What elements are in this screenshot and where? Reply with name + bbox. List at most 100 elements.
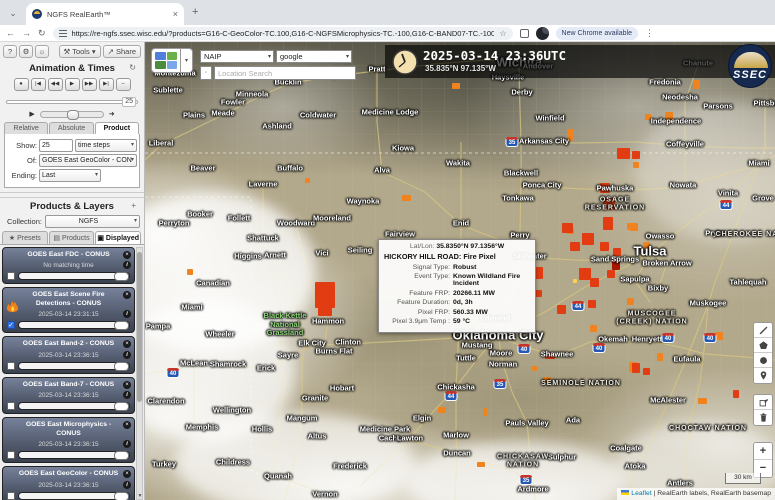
tab-close-icon[interactable]: × [173,9,178,19]
time-slider[interactable]: 25 [6,97,138,107]
layers-dropdown-button[interactable]: ▾ [181,48,193,73]
fire-pixel[interactable] [617,148,630,159]
map-canvas[interactable]: WichitaAndoverHaysvilleDerbyMontezumaGre… [145,42,775,500]
tab-product[interactable]: Product [95,122,139,134]
leaflet-link[interactable]: Leaflet [631,490,651,497]
location-search-input[interactable] [214,66,356,80]
tab-absolute[interactable]: Absolute [49,122,93,134]
bookmark-icon[interactable]: ☆ [499,29,506,38]
layer-opacity-slider[interactable] [18,492,130,500]
layer-info-icon[interactable]: i [123,481,131,489]
fire-pixel[interactable] [483,408,487,416]
tab-presets[interactable]: ★ Presets [2,231,48,244]
layer-visibility-checkbox[interactable] [7,492,15,500]
new-tab-button[interactable]: + [192,7,198,18]
layer-card[interactable]: GOES East FDC - CONUS×No matching timei [2,247,135,284]
layer-visibility-checkbox[interactable] [7,402,15,410]
fire-pixel[interactable] [402,195,411,201]
delete-shapes-button[interactable] [754,410,772,425]
account-button[interactable]: ☼ [35,45,49,58]
layer-opacity-handle[interactable] [114,321,129,330]
fire-pixel[interactable] [600,242,609,251]
collection-select[interactable]: NGFS [45,215,140,228]
fire-pixel[interactable] [632,151,640,159]
search-locate-button[interactable]: ◦ [200,66,212,80]
layer-opacity-handle[interactable] [114,402,129,411]
fire-pixel[interactable] [627,223,634,230]
fire-pixel[interactable] [632,363,640,373]
stop-button[interactable]: ● [14,78,29,91]
fire-pixel[interactable] [305,178,310,183]
step-first-button[interactable]: |◀ [31,78,46,91]
browser-menu-icon[interactable]: ⋮ [645,28,654,39]
layer-info-icon[interactable]: i [123,261,131,269]
draw-marker-button[interactable] [754,368,772,383]
draw-polygon-button[interactable] [754,338,772,353]
fire-pixel[interactable] [657,353,663,361]
layer-opacity-slider[interactable] [18,451,130,459]
forward-button[interactable]: → [22,27,31,39]
layer-opacity-handle[interactable] [114,492,129,500]
tab-displayed[interactable]: ▣ Displayed [95,231,141,244]
fire-pixel[interactable] [318,304,332,316]
layer-opacity-handle[interactable] [114,272,129,281]
ssec-logo[interactable]: SSEC [728,44,772,88]
browser-tab[interactable]: NGFS RealEarth™ × [26,3,184,25]
play-button[interactable]: ▶ [65,78,80,91]
zoom-in-button[interactable]: + [754,443,772,460]
range-button[interactable]: – [116,78,131,91]
address-input[interactable]: https://re-ngfs.ssec.wisc.edu/?products=… [53,27,513,40]
add-layer-icon[interactable]: + [131,201,136,210]
tab-search-icon[interactable]: ⌄ [5,6,21,22]
fire-pixel[interactable] [187,269,193,275]
step-last-button[interactable]: ▶| [99,78,114,91]
layer-card[interactable]: GOES East Scene Fire Detections - CONUS×… [2,287,135,333]
tools-button[interactable]: ⚒ Tools ▾ [59,45,101,58]
layer-opacity-handle[interactable] [114,451,129,460]
fire-pixel[interactable] [535,290,542,297]
settings-button[interactable]: ⚙ [19,45,33,58]
search-engine-select[interactable]: google [276,50,352,63]
scrollbar-down-icon[interactable]: ▼ [137,493,143,499]
layer-card[interactable]: GOES East GeoColor - CONUS×2025-03-14 23… [2,466,135,500]
speed-slider-handle[interactable] [67,110,79,120]
fire-pixel[interactable] [643,368,650,375]
layer-card[interactable]: GOES East Microphysics - CONUS×2025-03-1… [2,417,135,463]
help-button[interactable]: ? [3,45,17,58]
layer-close-icon[interactable]: × [123,381,131,389]
fire-pixel[interactable] [573,279,577,283]
layer-opacity-slider[interactable] [18,272,130,280]
layer-opacity-handle[interactable] [114,362,129,371]
fire-pixel[interactable] [582,233,594,245]
step-back-button[interactable]: ◀◀ [48,78,63,91]
chrome-update-button[interactable]: New Chrome available [556,27,638,40]
fire-pixel[interactable] [607,270,615,278]
layer-info-icon[interactable]: i [123,310,131,318]
fire-pixel[interactable] [438,407,446,413]
refresh-icon[interactable]: ↻ [129,63,136,72]
scrollbar-thumb[interactable] [137,252,142,402]
layer-card[interactable]: GOES East Band-2 - CONUS×2025-03-14 23:3… [2,336,135,373]
layer-opacity-slider[interactable] [18,402,130,410]
ending-select[interactable]: Last [39,169,101,182]
tab-relative[interactable]: Relative [4,122,48,134]
fire-pixel[interactable] [590,278,599,287]
draw-line-button[interactable] [754,323,772,338]
layer-visibility-checkbox[interactable] [7,272,15,280]
layer-opacity-slider[interactable] [18,321,130,329]
fire-pixel[interactable] [698,398,707,404]
fire-pixel[interactable] [693,80,700,89]
layer-info-icon[interactable]: i [123,391,131,399]
step-forward-button[interactable]: ▶▶ [82,78,97,91]
fire-pixel[interactable] [562,223,573,233]
speed-slider[interactable] [40,111,104,118]
extensions-icon[interactable] [520,29,529,38]
show-count-input[interactable]: 25 [39,139,73,152]
layer-close-icon[interactable]: × [123,251,131,259]
fire-pixel[interactable] [535,267,543,279]
layer-info-icon[interactable]: i [123,440,131,448]
fire-pixel[interactable] [452,83,460,89]
layer-visibility-checkbox[interactable]: ✓ [7,321,15,329]
fire-pixel[interactable] [590,325,597,332]
fire-pixel[interactable] [588,300,596,308]
